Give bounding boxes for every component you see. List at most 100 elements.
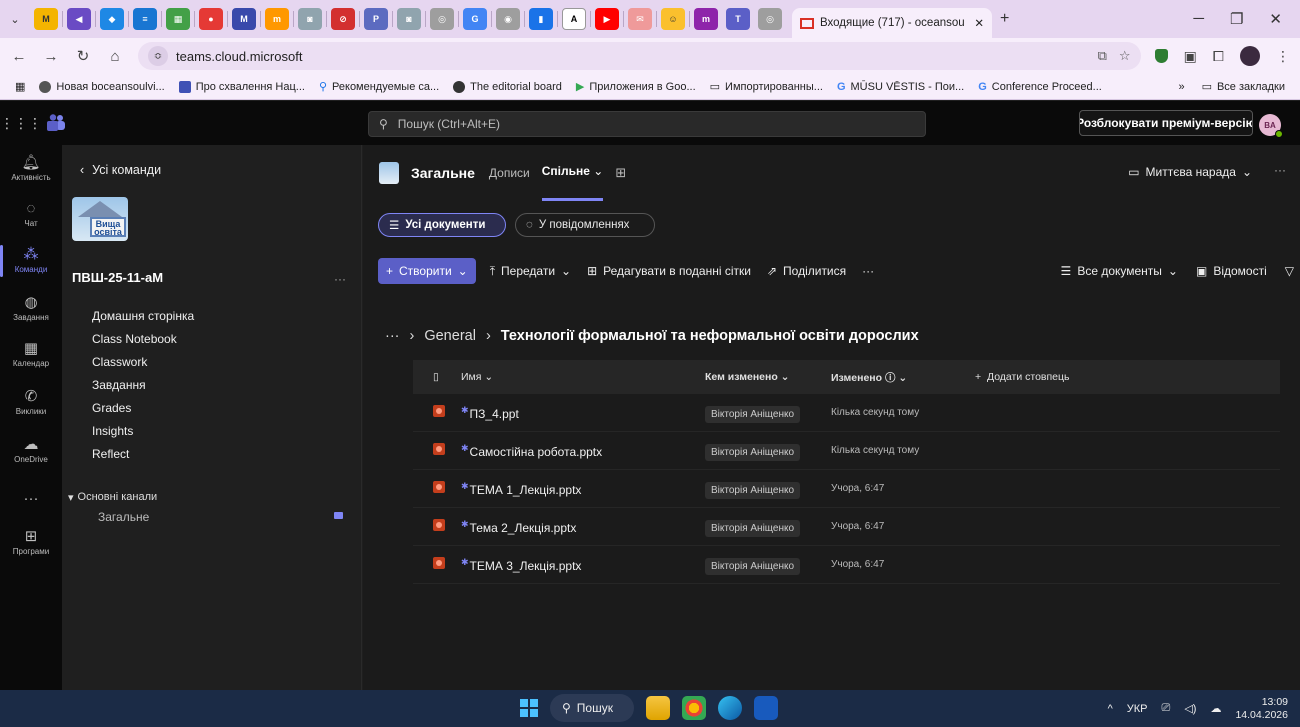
back-arrow-icon[interactable]: ← — [10, 48, 28, 65]
edit-grid-view-button[interactable]: ⊞ Редагувати в поданні сітки — [587, 264, 751, 278]
more-bookmarks-icon[interactable]: » — [1178, 81, 1184, 93]
pinned-tab[interactable]: ◎ — [430, 8, 454, 30]
team-link-grades[interactable]: Grades — [92, 397, 194, 420]
pinned-tab[interactable]: m — [265, 8, 289, 30]
bookmark-item[interactable]: ▭ Импортированны... — [703, 80, 830, 94]
tab-search-icon[interactable]: ⌄ — [0, 0, 30, 38]
pinned-tab[interactable]: ▶ — [595, 8, 619, 30]
pinned-tab[interactable]: ◀ — [67, 8, 91, 30]
pinned-tab[interactable]: G — [463, 8, 487, 30]
pinned-tab[interactable]: ● — [199, 8, 223, 30]
rail-calls[interactable]: ✆ Виклики — [0, 389, 62, 417]
extension-icon[interactable]: ▣ — [1184, 48, 1197, 65]
edge-icon[interactable] — [718, 696, 742, 720]
pinned-tab[interactable]: P — [364, 8, 388, 30]
table-row[interactable]: ✱Тема 2_Лекція.pptx Вікторія Аніщенко Уч… — [413, 508, 1280, 546]
active-browser-tab[interactable]: Входящие (717) - oceansou ✕ — [792, 8, 992, 38]
team-link-assignments[interactable]: Завдання — [92, 374, 194, 397]
view-selector[interactable]: ☰ Все документы ⌄ — [1061, 264, 1178, 278]
channel-more-icon[interactable]: ··· — [1274, 163, 1286, 177]
windows-start-icon[interactable] — [520, 699, 538, 717]
search-input[interactable]: ⚲ Пошук (Ctrl+Alt+E) — [368, 111, 926, 137]
pinned-tab[interactable]: ▦ — [166, 8, 190, 30]
file-name[interactable]: ТЕМА 1_Лекція.pptx — [470, 483, 582, 497]
word-icon[interactable] — [754, 696, 778, 720]
filter-all-documents[interactable]: ☰ Усі документи — [378, 213, 506, 237]
rail-assignments[interactable]: ◍ Завдання — [0, 295, 62, 323]
add-tab-icon[interactable]: ⊞ — [615, 165, 626, 181]
pinned-tab[interactable]: A — [562, 8, 586, 30]
table-row[interactable]: ✱Самостійна робота.pptx Вікторія Аніщенк… — [413, 432, 1280, 470]
minimize-button[interactable]: ─ — [1193, 10, 1204, 28]
bookmark-item[interactable]: Про схвалення Нац... — [172, 80, 312, 93]
file-name[interactable]: Самостійна робота.pptx — [470, 445, 603, 459]
translate-icon[interactable]: ⧉ — [1098, 48, 1107, 64]
team-more-icon[interactable]: ··· — [334, 272, 346, 286]
reload-icon[interactable]: ↻ — [74, 47, 92, 65]
weather-icon[interactable]: ☁ — [1210, 702, 1221, 715]
rail-teams[interactable]: ⁂ Команди — [0, 245, 62, 277]
table-row[interactable]: ✱ПЗ_4.ppt Вікторія Аніщенко Кілька секун… — [413, 394, 1280, 432]
pinned-tab[interactable]: ◎ — [758, 8, 782, 30]
more-commands-icon[interactable]: ··· — [862, 264, 874, 278]
bookmark-item[interactable]: ▶ Приложения в Goo... — [569, 80, 703, 94]
filter-in-messages[interactable]: ◌ У повідомленнях — [515, 213, 655, 237]
file-name[interactable]: Тема 2_Лекція.pptx — [470, 521, 577, 535]
apps-grid-icon[interactable]: ▦ — [8, 80, 32, 93]
bookmark-item[interactable]: Новая boceansoulvi... — [32, 80, 171, 93]
taskbar-search[interactable]: ⚲ Пошук — [550, 694, 634, 722]
breadcrumb-overflow-icon[interactable]: ··· — [385, 328, 400, 344]
create-button[interactable]: + Створити ⌄ — [378, 258, 476, 284]
close-window-button[interactable]: ✕ — [1269, 10, 1282, 28]
team-name[interactable]: ПВШ-25-11-аМ — [72, 270, 163, 285]
file-explorer-icon[interactable] — [646, 696, 670, 720]
rail-activity[interactable]: 🔔︎ Активність — [0, 155, 62, 183]
meet-now-button[interactable]: ▭ Миттєва нарада ⌄ — [1128, 165, 1252, 179]
profile-avatar[interactable] — [1240, 46, 1260, 66]
pinned-tab[interactable]: ◙ — [298, 8, 322, 30]
avatar[interactable]: BA — [1259, 114, 1283, 138]
new-tab-button[interactable]: + — [1000, 10, 1009, 28]
extension-shield-icon[interactable] — [1154, 49, 1168, 63]
pinned-tab[interactable]: ✉ — [628, 8, 652, 30]
chrome-icon[interactable] — [682, 696, 706, 720]
chevron-up-icon[interactable]: ^ — [1108, 703, 1113, 715]
tab-files[interactable]: Спільне ⌄ — [541, 145, 604, 201]
extensions-puzzle-icon[interactable]: ⧠ — [1213, 48, 1224, 65]
pinned-tab[interactable]: M — [34, 8, 58, 30]
pinned-tab[interactable]: M — [232, 8, 256, 30]
tab-posts[interactable]: Дописи — [489, 145, 530, 201]
team-link-home[interactable]: Домашня сторінка — [92, 305, 194, 328]
restore-button[interactable]: ❐ — [1230, 10, 1243, 28]
column-modified-by[interactable]: Кем изменено ⌄ — [705, 371, 825, 383]
main-channels-header[interactable]: ▾ Основні канали — [68, 491, 157, 504]
file-name[interactable]: ТЕМА 3_Лекція.pptx — [470, 559, 582, 573]
pinned-tab[interactable]: ☺ — [661, 8, 685, 30]
close-tab-icon[interactable]: ✕ — [974, 16, 984, 30]
pinned-tab[interactable]: T — [726, 8, 750, 30]
team-link-reflect[interactable]: Reflect — [92, 443, 194, 466]
bookmark-star-icon[interactable]: ☆ — [1119, 48, 1131, 64]
forward-arrow-icon[interactable]: → — [42, 48, 60, 65]
rail-more[interactable]: ··· — [0, 491, 62, 507]
file-type-header-icon[interactable]: ▯ — [413, 371, 455, 383]
all-teams-back[interactable]: ‹ Усі команди — [80, 163, 161, 177]
volume-icon[interactable]: ◁) — [1184, 702, 1196, 715]
team-link-insights[interactable]: Insights — [92, 420, 194, 443]
rail-calendar[interactable]: ▦ Календар — [0, 341, 62, 369]
app-launcher-icon[interactable]: ⋮⋮⋮ — [0, 115, 42, 132]
table-row[interactable]: ✱ТЕМА 3_Лекція.pptx Вікторія Аніщенко Уч… — [413, 546, 1280, 584]
clock[interactable]: 13:09 14.04.2026 — [1235, 696, 1288, 722]
pinned-tab[interactable]: ▮ — [529, 8, 553, 30]
pinned-tab[interactable]: ◉ — [496, 8, 520, 30]
file-name[interactable]: ПЗ_4.ppt — [470, 407, 519, 421]
bookmark-item[interactable]: G Conference Proceed... — [971, 81, 1109, 93]
add-column-button[interactable]: + Додати стовпець — [975, 371, 1175, 383]
details-button[interactable]: ▣ Відомості — [1196, 264, 1267, 278]
all-bookmarks-folder[interactable]: ▭ Все закладки — [1195, 80, 1292, 94]
pinned-tab[interactable]: ◙ — [397, 8, 421, 30]
share-button[interactable]: ⇗ Поділитися — [767, 264, 846, 278]
site-settings-icon[interactable]: ≎ — [148, 46, 168, 66]
team-link-classwork[interactable]: Classwork — [92, 351, 194, 374]
bookmark-item[interactable]: The editorial board — [446, 80, 569, 93]
